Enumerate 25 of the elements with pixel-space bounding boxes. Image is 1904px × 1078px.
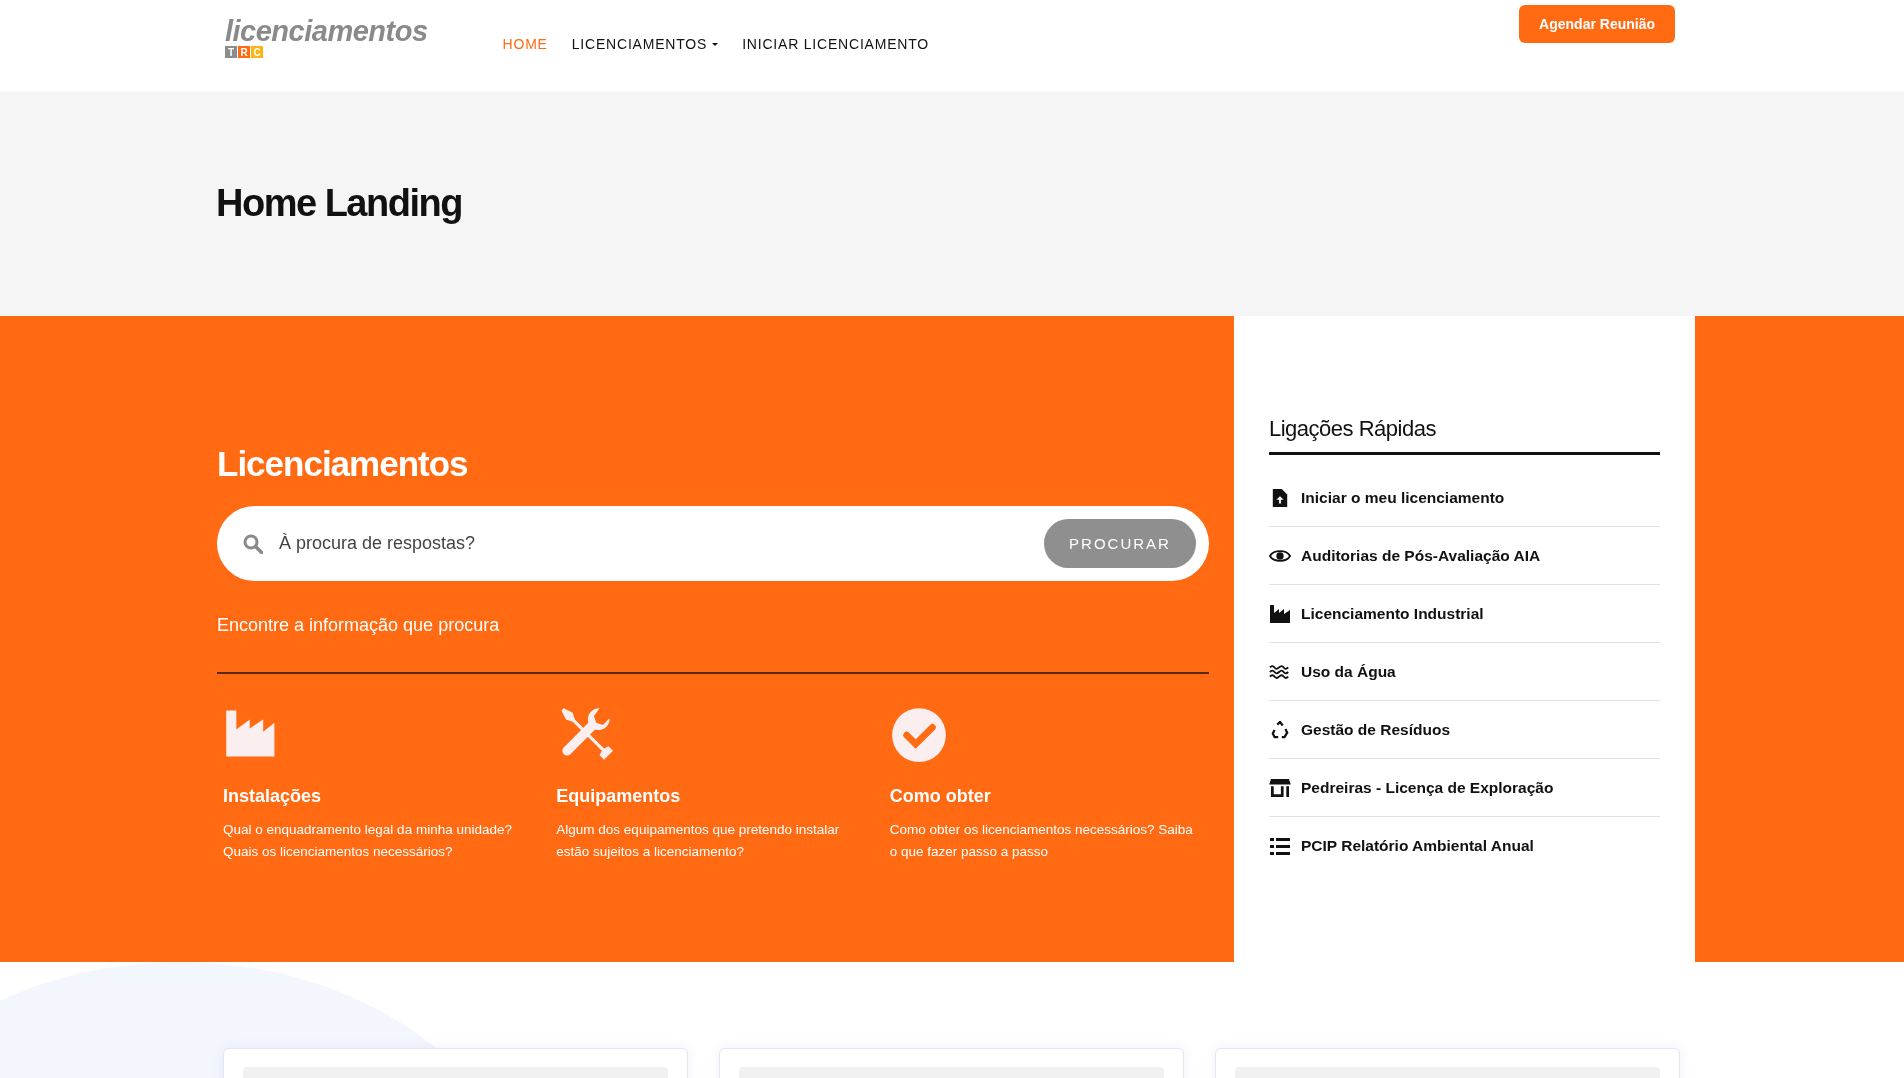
panel-title: Ligações Rápidas [1269, 416, 1660, 455]
feature-title: Instalações [223, 786, 323, 807]
quick-link[interactable]: Uso da Água [1301, 662, 1396, 681]
waves-icon [1269, 662, 1291, 681]
quick-link[interactable]: Iniciar o meu licenciamento [1301, 488, 1505, 507]
subtitle: Encontre a informação que procura [217, 615, 501, 636]
check-circle-icon [889, 706, 948, 762]
feature-text: Qual o enquadramento legal da minha unidade? Quais os licenciamentos necessários? [223, 821, 513, 861]
store-icon [1269, 778, 1291, 797]
section-title: Licenciamentos [217, 444, 469, 484]
feature-text: Algum dos equipamentos que pretendo instalar estão sujeitos a licenciamento? [556, 821, 841, 861]
nav-link[interactable]: INICIAR LICENCIAMENTO [742, 36, 930, 52]
factory-icon [1269, 604, 1291, 623]
quick-link[interactable]: Auditorias de Pós-Avaliação AIA [1301, 546, 1541, 565]
list-icon [1269, 836, 1291, 855]
quick-link[interactable]: Licenciamento Industrial [1301, 604, 1484, 623]
search-icon [243, 533, 263, 554]
feature-title: Como obter [889, 786, 992, 807]
quick-link[interactable]: Gestão de Resíduos [1301, 720, 1450, 739]
page-title: Home Landing [216, 182, 462, 225]
nav-link[interactable]: LICENCIAMENTOS [571, 36, 719, 52]
feature-title: Equipamentos [556, 786, 682, 807]
feature-text: Como obter os licenciamentos necessários? Saiba o que fazer passo a passo [889, 821, 1194, 861]
quick-link[interactable]: Pedreiras - Licença de Exploração [1301, 778, 1554, 797]
quick-link[interactable]: PCIP Relatório Ambiental Anual [1301, 836, 1534, 855]
